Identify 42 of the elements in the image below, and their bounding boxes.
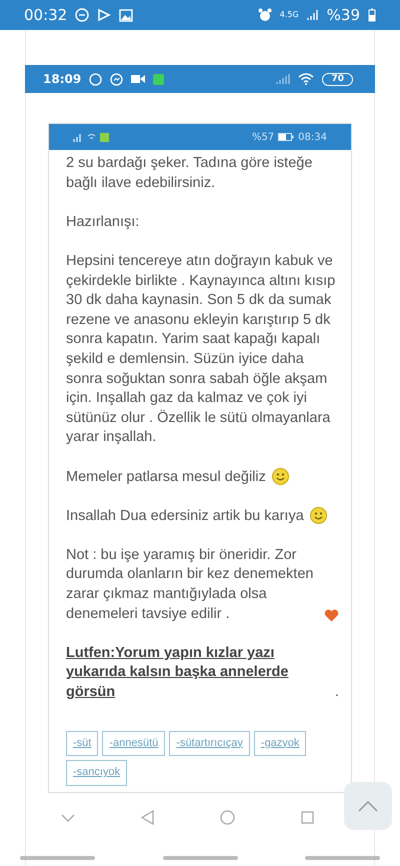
- paragraph-text: Memeler patlarsa mesul değiliz: [66, 468, 266, 486]
- wifi-icon: [298, 73, 314, 85]
- comment-request-link[interactable]: Lutfen:Yorum yapın kızlar yazı yukarıda kalsın başka annelerde görsün: [66, 644, 335, 703]
- smiley-icon: [310, 507, 327, 524]
- tag-link[interactable]: -gazyok: [254, 730, 306, 756]
- signal-icon: [73, 132, 83, 142]
- play-icon: [97, 8, 112, 22]
- signal-icon: [276, 74, 290, 84]
- app-icon: [100, 132, 109, 142]
- back-icon: [141, 810, 154, 826]
- chevron-down-icon: [61, 814, 75, 822]
- battery-percent: %39: [326, 4, 360, 26]
- paragraph-text: Hazırlanışı:: [66, 212, 140, 232]
- video-camera-icon: [131, 74, 146, 84]
- battery-icon: [278, 133, 294, 141]
- tag-link[interactable]: -sancıyok: [66, 760, 128, 786]
- scroll-to-top-button[interactable]: [344, 782, 392, 830]
- battery-icon: [368, 8, 376, 22]
- chevron-up-icon: [358, 801, 378, 812]
- image-icon: [119, 8, 134, 22]
- paragraph-text: Insallah Dua edersiniz artik bu karıya: [66, 506, 304, 526]
- network-label: 4.5G: [280, 9, 299, 21]
- battery-level: 70: [322, 72, 353, 86]
- signal-icon: [306, 9, 319, 21]
- paragraph-text: Hepsini tencereye atın doğrayın kabuk ve çekirdekle birlikte . Kaynayınca altını kısıp 30 dk daha kaynasin. Son 5 dk da sumak rezene ve anasonu ekleyin karıştırıp 5 dk sonra kapatın. Yarim saat kapağı kapalı şekild e demlensin. Süzün iyice daha sonra soğuktan sonra sabah öğle akşam için. Inşallah gaz da kalmaz ve çok iyi sütünüz olur . Özellik le sütü olmayanlara yarar inşallah.: [66, 252, 336, 448]
- app-icon: [153, 74, 164, 84]
- home-icon: [220, 810, 235, 826]
- do-not-disturb-icon: [75, 8, 90, 22]
- status-time: 08:34: [298, 130, 327, 144]
- paragraph-text: Not : bu işe yaramış bir öneridir. Zor durumda olanların bir kez denemekten zarar çıkmaz mantığıylada olsa denemeleri tavsiye edilir .: [66, 546, 314, 624]
- sentence-period: .: [334, 683, 339, 702]
- battery-percent: %57: [252, 130, 274, 144]
- paragraph-text: 2 su bardağı şeker. Tadına göre isteğe bağlı ilave edebilirsiniz.: [66, 154, 314, 193]
- status-time: 00:32: [24, 4, 68, 26]
- smiley-icon: [272, 468, 289, 486]
- recents-icon: [301, 811, 314, 824]
- wifi-icon: [87, 133, 96, 141]
- tag-link[interactable]: -annesütü: [102, 730, 166, 756]
- status-time: 18:09: [43, 71, 82, 88]
- heart-icon: [324, 609, 339, 622]
- tag-link[interactable]: -süt: [66, 730, 98, 756]
- tag-link[interactable]: -sütartırıcıçay: [169, 730, 250, 756]
